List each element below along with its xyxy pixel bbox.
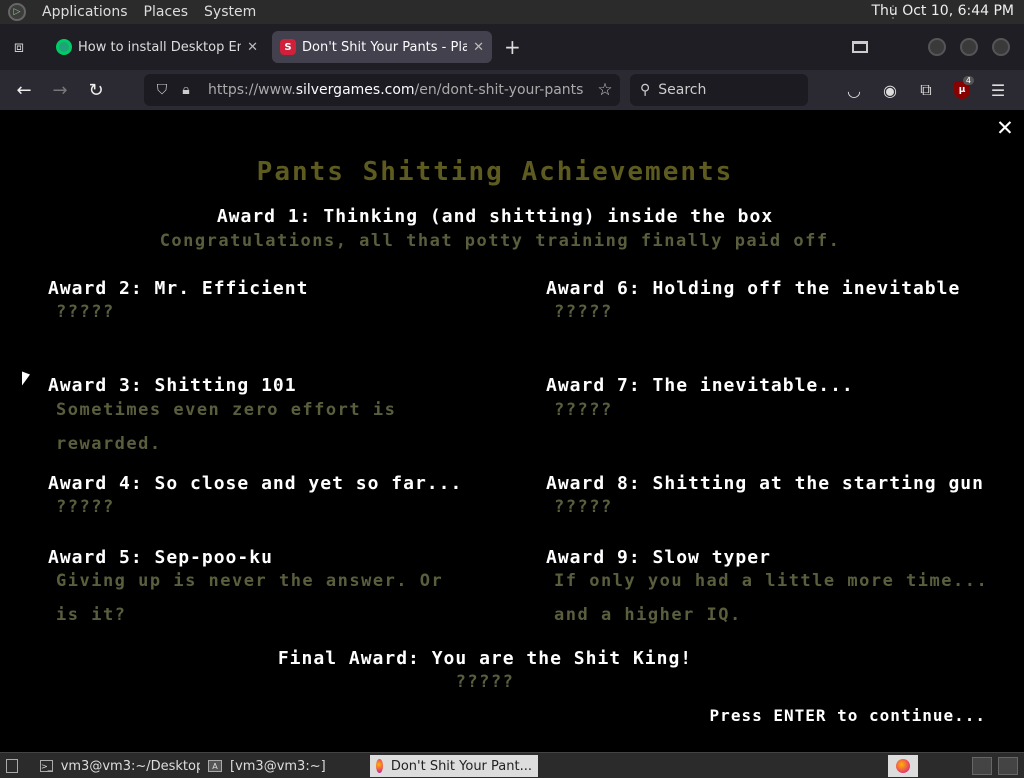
window-restore-icon[interactable] (852, 41, 868, 53)
close-tab-icon[interactable]: ✕ (473, 40, 484, 55)
mouse-cursor-icon (22, 371, 30, 389)
award-1-desc: Congratulations, all that potty training… (159, 231, 841, 251)
tab-title: How to install Desktop Envir (78, 39, 242, 55)
firefox-launcher-icon[interactable] (888, 755, 918, 777)
applications-logo-icon[interactable]: ▷ (8, 3, 26, 21)
forward-arrow-icon[interactable]: → (42, 74, 78, 106)
reload-icon[interactable]: ↻ (78, 74, 114, 106)
top-panel: ▷ Applications Places System Thu Oct 10,… (0, 0, 1024, 24)
search-placeholder: Search (658, 82, 707, 98)
url-bar[interactable]: ⛉ 🔒︎ https://www.silvergames.com/en/dont… (144, 74, 620, 106)
close-tab-icon[interactable]: ✕ (247, 40, 258, 55)
system-menu[interactable]: System (204, 4, 256, 20)
award-9-desc-line1: If only you had a little more time... (554, 571, 989, 591)
award-2-desc: ????? (56, 302, 115, 322)
places-menu[interactable]: Places (144, 4, 189, 20)
taskbar-terminal-desktop[interactable]: >_ vm3@vm3:~/Desktop (34, 755, 200, 777)
shield-icon[interactable]: ⛉ (150, 82, 174, 98)
award-3-desc-line1: Sometimes even zero effort is (56, 400, 397, 420)
url-text[interactable]: https://www.silvergames.com/en/dont-shit… (208, 82, 590, 98)
task-label: [vm3@vm3:~] (230, 758, 326, 774)
bookmark-star-icon[interactable]: ☆ (590, 80, 620, 100)
applications-menu[interactable]: Applications (42, 4, 128, 20)
close-window-button[interactable] (992, 38, 1010, 56)
account-icon[interactable]: ◉ (872, 74, 908, 106)
taskbar-terminal-home[interactable]: A [vm3@vm3:~] (202, 755, 366, 777)
green-circle-icon (56, 39, 72, 55)
hamburger-menu-icon[interactable]: ☰ (980, 74, 1016, 106)
award-8-desc: ????? (554, 497, 613, 517)
award-3-desc-line2: rewarded. (56, 434, 162, 454)
pocket-icon[interactable]: ◡ (836, 74, 872, 106)
search-field[interactable]: ⚲ Search (630, 74, 808, 106)
new-tab-button[interactable]: + (504, 35, 521, 59)
task-label: vm3@vm3:~/Desktop (60, 758, 200, 774)
taskbar-firefox-game[interactable]: Don't Shit Your Pant... (370, 755, 538, 777)
award-9-desc-line2: and a higher IQ. (554, 605, 742, 625)
ublock-origin-icon[interactable]: µ 4 (944, 74, 980, 106)
taskbar: >_ vm3@vm3:~/Desktop A [vm3@vm3:~] Don't… (0, 752, 1024, 778)
firefox-icon (376, 759, 383, 773)
award-6-desc: ????? (554, 302, 613, 322)
lock-icon[interactable]: 🔒︎ (174, 82, 198, 98)
back-arrow-icon[interactable]: ← (6, 74, 42, 106)
workspace-1[interactable] (972, 757, 992, 775)
maximize-button[interactable] (960, 38, 978, 56)
navigation-bar: ← → ↻ ⛉ 🔒︎ https://www.silvergames.com/e… (0, 70, 1024, 110)
terminal-icon: A (208, 760, 222, 772)
award-5-desc-line2: is it? (56, 605, 127, 625)
award-5-desc-line1: Giving up is never the answer. Or (56, 571, 444, 591)
search-icon: ⚲ (640, 82, 651, 98)
tab-title: Don't Shit Your Pants - Play (302, 39, 468, 55)
terminal-icon: >_ (40, 760, 53, 772)
workspace-2[interactable] (998, 757, 1018, 775)
tab-list-icon[interactable]: ⧈ (0, 24, 38, 70)
clock[interactable]: Thu Oct 10, 6:44 PM (871, 3, 1014, 19)
show-desktop-icon[interactable] (2, 755, 30, 777)
browser-tabbar: ⧈ How to install Desktop Envir ✕ S Don't… (0, 24, 1024, 70)
ublock-count-badge: 4 (962, 76, 974, 85)
minimize-button[interactable] (928, 38, 946, 56)
task-label: Don't Shit Your Pant... (390, 758, 532, 774)
game-canvas[interactable]: ✕ Pants Shitting Achievements Award 1: T… (0, 110, 1024, 752)
silvergames-s-icon: S (280, 39, 296, 55)
tab-desktop-environment[interactable]: How to install Desktop Envir ✕ (48, 31, 266, 63)
award-4-desc: ????? (56, 497, 115, 517)
award-7-desc: ????? (554, 400, 613, 420)
close-game-icon[interactable]: ✕ (992, 114, 1018, 140)
continue-prompt: Press ENTER to continue... (709, 706, 986, 725)
achievements-title: Pants Shitting Achievements (256, 157, 734, 187)
extensions-icon[interactable]: ⧉ (908, 74, 944, 106)
final-award-desc: ????? (455, 672, 515, 692)
tab-dont-shit-your-pants[interactable]: S Don't Shit Your Pants - Play ✕ (272, 31, 492, 63)
